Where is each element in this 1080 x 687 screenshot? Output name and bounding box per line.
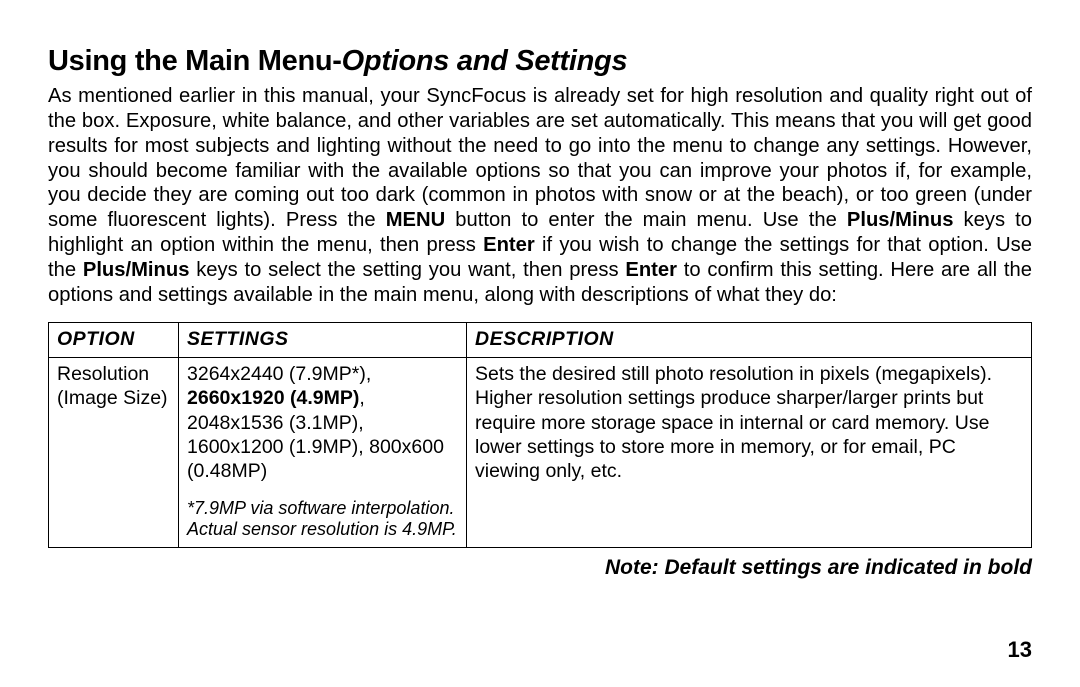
para-part: button to enter the main menu. Use the [445, 209, 847, 231]
options-table: OPTION SETTINGS DESCRIPTION Resolution (… [48, 322, 1032, 548]
enter-key-label: Enter [625, 259, 677, 281]
heading-main: Using the Main Menu- [48, 45, 342, 77]
col-header-option: OPTION [49, 322, 179, 357]
table-row: Resolution (Image Size) 3264x2440 (7.9MP… [49, 357, 1032, 547]
settings-line: 1600x1200 (1.9MP), 800x600 (0.48MP) [187, 436, 444, 482]
option-line: Resolution [57, 363, 149, 385]
col-header-settings: SETTINGS [179, 322, 467, 357]
para-part: keys to select the setting you want, the… [189, 259, 625, 281]
settings-cell: 3264x2440 (7.9MP*), 2660x1920 (4.9MP), 2… [179, 357, 467, 547]
table-header-row: OPTION SETTINGS DESCRIPTION [49, 322, 1032, 357]
settings-line: , [359, 387, 364, 409]
menu-key-label: MENU [386, 209, 445, 231]
manual-page: Using the Main Menu-Options and Settings… [0, 0, 1080, 687]
heading-sub: Options and Settings [342, 45, 628, 77]
settings-footnote: *7.9MP via software interpolation. Actua… [187, 498, 458, 541]
section-heading: Using the Main Menu-Options and Settings [48, 45, 1032, 78]
option-cell: Resolution (Image Size) [49, 357, 179, 547]
description-cell: Sets the desired still photo resolution … [467, 357, 1032, 547]
settings-line: 3264x2440 (7.9MP*), [187, 363, 371, 385]
col-header-description: DESCRIPTION [467, 322, 1032, 357]
plus-minus-key-label: Plus/Minus [847, 209, 954, 231]
option-line: (Image Size) [57, 387, 168, 409]
settings-default: 2660x1920 (4.9MP) [187, 387, 359, 409]
intro-paragraph: As mentioned earlier in this manual, you… [48, 84, 1032, 308]
plus-minus-key-label: Plus/Minus [83, 259, 190, 281]
page-number: 13 [1008, 637, 1032, 663]
default-settings-note: Note: Default settings are indicated in … [48, 556, 1032, 580]
enter-key-label: Enter [483, 234, 535, 256]
settings-line: 2048x1536 (3.1MP), [187, 412, 364, 434]
